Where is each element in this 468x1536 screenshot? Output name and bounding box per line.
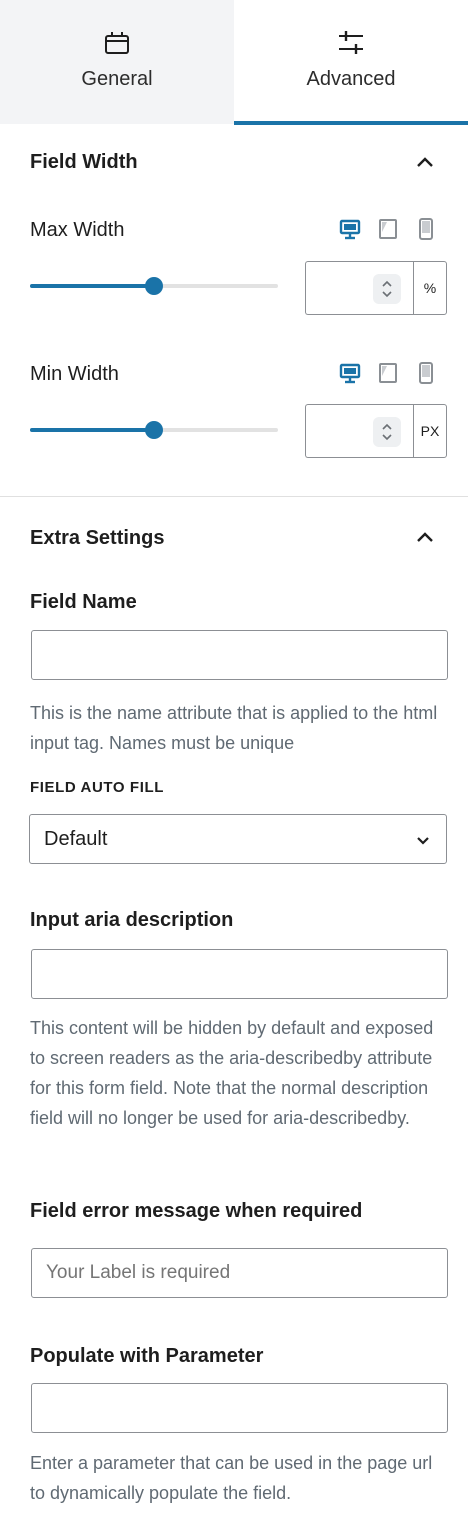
tab-bar: General Advanced [0,0,468,125]
chevron-down-icon[interactable] [381,433,393,441]
tablet-icon[interactable] [376,361,400,385]
min-width-input[interactable] [305,404,413,458]
section-divider [0,496,468,497]
spin-buttons[interactable] [373,274,401,304]
min-width-number-control: PX [305,404,447,458]
slider-fill [30,284,154,288]
max-width-number-control: % [305,261,447,315]
tablet-icon[interactable] [376,217,400,241]
slider-fill [30,428,154,432]
chevron-up-icon[interactable] [381,423,393,431]
tab-general[interactable]: General [0,0,234,124]
max-width-input[interactable] [305,261,413,315]
slider-thumb[interactable] [145,421,163,439]
chevron-up-icon[interactable] [414,152,436,174]
min-width-unit[interactable]: PX [413,404,447,458]
field-name-help: This is the name attribute that is appli… [30,703,438,753]
field-auto-fill-select[interactable]: Default [29,814,447,864]
field-name-input[interactable] [31,630,448,680]
parameter-label: Populate with Parameter [30,1345,264,1367]
sliders-icon [334,28,368,58]
mobile-icon[interactable] [414,361,438,385]
parameter-input[interactable] [31,1383,448,1433]
max-width-unit[interactable]: % [413,261,447,315]
parameter-help: Enter a parameter that can be used in th… [30,1453,433,1503]
max-width-slider[interactable] [30,273,278,299]
calendar-icon [100,28,134,58]
field-width-title[interactable]: Field Width [30,151,138,174]
max-width-device-switcher [338,217,438,241]
max-width-label: Max Width [30,219,125,241]
field-name-label: Field Name [30,591,137,613]
chevron-up-icon[interactable] [381,280,393,288]
slider-thumb[interactable] [145,277,163,295]
aria-description-label: Input aria description [30,909,234,931]
chevron-down-icon [417,837,429,845]
error-message-label: Field error message when required [30,1200,363,1222]
desktop-icon[interactable] [338,217,362,241]
chevron-down-icon[interactable] [381,290,393,298]
desktop-icon[interactable] [338,361,362,385]
mobile-icon[interactable] [414,217,438,241]
error-message-input[interactable] [31,1248,448,1298]
extra-settings-title[interactable]: Extra Settings [30,527,164,550]
tab-advanced[interactable]: Advanced [234,0,468,125]
field-auto-fill-label: FIELD AUTO FILL [30,779,164,796]
aria-description-input[interactable] [31,949,448,999]
spin-buttons[interactable] [373,417,401,447]
aria-description-help: This content will be hidden by default a… [30,1018,434,1128]
min-width-slider[interactable] [30,417,278,443]
tab-advanced-label: Advanced [306,68,396,90]
field-auto-fill-value: Default [44,827,108,850]
chevron-up-icon[interactable] [414,527,436,549]
tab-general-label: General [81,68,153,90]
min-width-label: Min Width [30,363,119,385]
min-width-device-switcher [338,361,438,385]
